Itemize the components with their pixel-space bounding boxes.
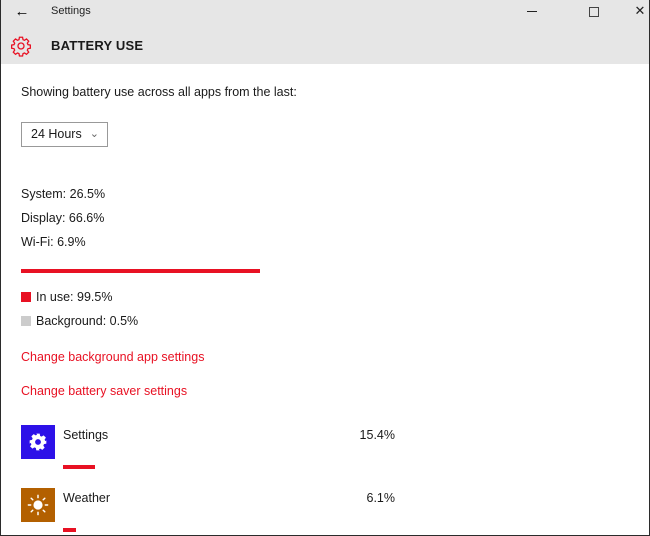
back-button[interactable]: ← [11,2,33,22]
app-name: Weather [63,491,111,505]
stat-system: System: 26.5% [21,187,106,201]
chevron-down-icon: ⌄ [89,128,99,140]
change-battery-saver-settings-link[interactable]: Change battery saver settings [21,384,187,398]
close-icon: ✕ [634,3,646,18]
maximize-button[interactable] [571,0,617,22]
stat-display: Display: 66.6% [21,211,105,225]
minimize-icon [527,11,537,13]
app-usage-bar [63,465,96,469]
close-button[interactable]: ✕ [617,0,649,22]
change-background-app-settings-link[interactable]: Change background app settings [21,350,204,364]
in-use-label: In use: 99.5% [36,290,113,304]
back-arrow-icon: ← [14,3,30,20]
time-range-value: 24 Hours [31,127,82,141]
maximize-icon [589,6,599,17]
settings-app-tile [21,425,55,459]
intro-text: Showing battery use across all apps from… [21,85,297,99]
background-swatch [21,316,31,326]
app-name: Settings [63,428,109,442]
legend-in-use: In use: 99.5% [21,290,112,304]
weather-app-tile [21,488,55,522]
background-label: Background: 0.5% [36,314,139,328]
battery-use-content: Showing battery use across all apps from… [21,64,649,535]
settings-window: ← Settings ✕ BATTERY USE Showing battery… [0,0,650,536]
app-title: Settings [51,5,91,17]
title-bar: ← Settings ✕ BATTERY USE [1,0,649,64]
usage-bar [21,269,260,273]
legend-background: Background: 0.5% [21,314,138,328]
app-percent: 6.1% [366,491,396,505]
stat-wifi: Wi-Fi: 6.9% [21,235,86,249]
minimize-button[interactable] [509,0,555,22]
page-title: BATTERY USE [51,38,144,53]
app-row-weather[interactable]: Weather 6.1% [21,488,401,535]
gear-icon [29,433,47,451]
time-range-dropdown[interactable]: 24 Hours ⌄ [21,122,108,147]
app-row-settings[interactable]: Settings 15.4% [21,425,401,481]
app-usage-bar [63,528,76,532]
app-percent: 15.4% [359,428,395,442]
in-use-swatch [21,292,31,302]
sun-icon [27,494,49,516]
gear-icon [11,36,31,57]
